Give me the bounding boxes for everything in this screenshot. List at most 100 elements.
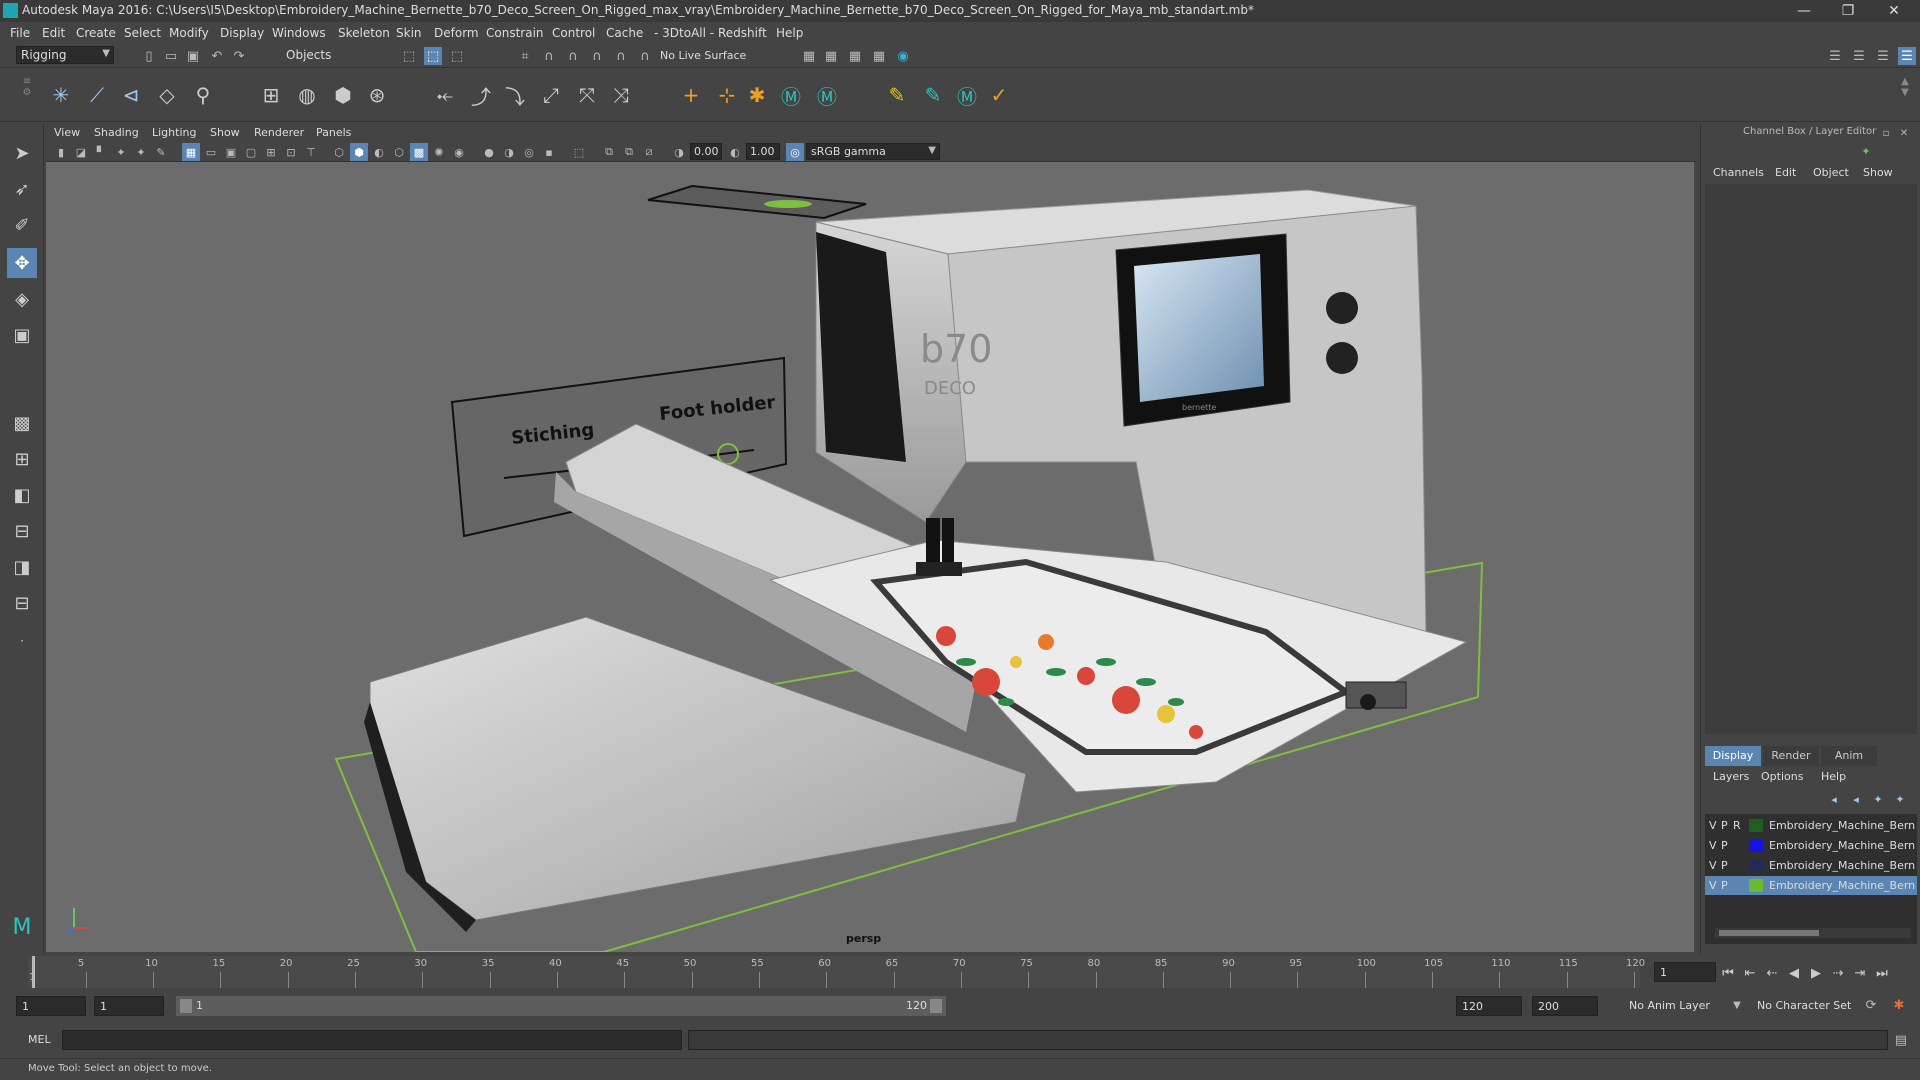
snap-grid-icon[interactable]: ⌗: [516, 47, 534, 65]
menu-redshift[interactable]: Redshift: [718, 26, 767, 40]
shadows-icon[interactable]: ◉: [450, 143, 468, 161]
current-time-indicator[interactable]: [32, 956, 35, 988]
hypershade-icon[interactable]: ◉: [894, 47, 912, 65]
tool-settings-toggle-icon[interactable]: ☰: [1850, 47, 1868, 65]
layer-playback-toggle[interactable]: P: [1721, 839, 1728, 852]
viewport-menu-show[interactable]: Show: [210, 126, 240, 139]
persp-graph-layout-icon[interactable]: ⊟: [7, 516, 37, 546]
close-panel-icon[interactable]: ✕: [1895, 124, 1913, 142]
channel-box-menu-show[interactable]: Show: [1863, 166, 1893, 179]
tab-render[interactable]: Render: [1763, 746, 1819, 766]
menu-display[interactable]: Display: [220, 26, 264, 40]
insert-joint-icon[interactable]: ◇: [152, 80, 182, 110]
render-view-icon[interactable]: ▦: [870, 47, 888, 65]
select-tool-icon[interactable]: ➤: [7, 138, 37, 168]
bookmark-icon[interactable]: ▘: [92, 143, 110, 161]
scale-tool-icon[interactable]: ▣: [7, 320, 37, 350]
orient-constraint-icon[interactable]: ⤵: [500, 80, 530, 110]
animation-preferences-icon[interactable]: ✱: [1890, 996, 1908, 1014]
range-start-handle[interactable]: [180, 999, 192, 1013]
gate-mask-icon[interactable]: ▢: [242, 143, 260, 161]
persp-uv-layout-icon[interactable]: ⊟: [7, 588, 37, 618]
xray-joints-icon[interactable]: ⧉: [620, 143, 638, 161]
viewport-menu-renderer[interactable]: Renderer: [254, 126, 304, 139]
play-backwards-icon[interactable]: ◀: [1784, 964, 1804, 984]
outliner-toggle-icon[interactable]: ☰: [1874, 47, 1892, 65]
command-input[interactable]: [62, 1030, 682, 1050]
channel-box-menu-object[interactable]: Object: [1813, 166, 1849, 179]
viewport-menu-view[interactable]: View: [54, 126, 80, 139]
channel-box-toggle-icon[interactable]: ☰: [1898, 47, 1916, 65]
animation-end-field[interactable]: 200: [1532, 996, 1598, 1016]
playback-start-field[interactable]: 1: [94, 996, 164, 1016]
anti-aliasing-icon[interactable]: ◎: [520, 143, 538, 161]
point-constraint-icon[interactable]: ⤝: [430, 80, 460, 110]
motion-blur-icon[interactable]: ◑: [500, 143, 518, 161]
redshift-icon-a[interactable]: Ⓜ: [776, 80, 806, 110]
grid-toggle-icon[interactable]: ▦: [182, 143, 200, 161]
playback-end-field[interactable]: 120: [1456, 996, 1522, 1016]
xray-components-icon[interactable]: ⧄: [640, 143, 658, 161]
close-button[interactable]: ✕: [1872, 0, 1916, 22]
persp-hypershade-layout-icon[interactable]: ◨: [7, 552, 37, 582]
textured-icon[interactable]: ▩: [410, 143, 428, 161]
lattice-icon[interactable]: ⬢: [328, 80, 358, 110]
script-editor-icon[interactable]: ▤: [1892, 1031, 1910, 1049]
shelf-scroll-icon[interactable]: ▲ ▼: [1898, 76, 1912, 116]
menu-select[interactable]: Select: [124, 26, 161, 40]
ik-spline-icon[interactable]: ⊲: [116, 80, 146, 110]
blend-shape-icon[interactable]: ✎: [918, 80, 948, 110]
layer-row[interactable]: V P Embroidery_Machine_Bernette: [1705, 876, 1917, 895]
snap-point-icon[interactable]: ∩: [564, 47, 582, 65]
select-by-hierarchy-icon[interactable]: ⬚: [400, 47, 418, 65]
channel-box-menu-channels[interactable]: Channels: [1713, 166, 1764, 179]
camera-icon[interactable]: ▮: [52, 143, 70, 161]
tab-display[interactable]: Display: [1705, 746, 1761, 766]
menu-modify[interactable]: Modify: [169, 26, 209, 40]
menu-control[interactable]: Control: [552, 26, 595, 40]
isolate-select-icon[interactable]: ⬚: [570, 143, 588, 161]
layer-menu-layers[interactable]: Layers: [1713, 770, 1749, 783]
layer-color-swatch[interactable]: [1749, 839, 1763, 852]
menu-help[interactable]: Help: [776, 26, 803, 40]
aim-constraint-icon[interactable]: ⤴: [466, 80, 496, 110]
render-settings-icon[interactable]: ▦: [800, 47, 818, 65]
resolution-gate-icon[interactable]: ▣: [222, 143, 240, 161]
viewport-menu-shading[interactable]: Shading: [94, 126, 139, 139]
layer-visibility-toggle[interactable]: V: [1709, 879, 1717, 892]
time-ruler[interactable]: 1510152025303540455055606570758085909510…: [28, 956, 1645, 988]
depth-of-field-icon[interactable]: ▪: [540, 143, 558, 161]
layer-menu-help[interactable]: Help: [1821, 770, 1846, 783]
range-end-handle[interactable]: [930, 999, 942, 1013]
mirror-joint-icon[interactable]: ✱: [742, 80, 772, 110]
exposure-field[interactable]: 0.00: [690, 143, 722, 160]
paint-select-tool-icon[interactable]: ✐: [7, 210, 37, 240]
go-to-end-icon[interactable]: ⏭: [1872, 964, 1892, 984]
menu-constrain[interactable]: Constrain: [486, 26, 544, 40]
step-back-frame-icon[interactable]: ⇤: [1740, 964, 1760, 984]
menu-windows[interactable]: Windows: [272, 26, 326, 40]
viewport-menu-panels[interactable]: Panels: [316, 126, 351, 139]
select-by-object-icon[interactable]: ⬚: [424, 47, 442, 65]
layer-color-swatch[interactable]: [1749, 879, 1763, 892]
layer-menu-options[interactable]: Options: [1761, 770, 1803, 783]
menu-skeleton[interactable]: Skeleton: [338, 26, 390, 40]
menu-deform[interactable]: Deform: [434, 26, 479, 40]
camera-attributes-icon[interactable]: ◪: [72, 143, 90, 161]
redo-icon[interactable]: ↷: [230, 47, 248, 65]
layer-row[interactable]: V P R Embroidery_Machine_Bernette: [1705, 816, 1917, 835]
layer-playback-toggle[interactable]: P: [1721, 859, 1728, 872]
bind-skin-icon[interactable]: ⊞: [256, 80, 286, 110]
shelf-menu-icon[interactable]: ≡ ⚙: [20, 76, 34, 116]
use-all-lights-icon[interactable]: ✺: [430, 143, 448, 161]
image-plane-icon[interactable]: ✦: [112, 143, 130, 161]
four-view-layout-icon[interactable]: ⊞: [7, 444, 37, 474]
safe-action-icon[interactable]: ⊡: [282, 143, 300, 161]
layer-row[interactable]: V P Embroidery_Machine_Bernette: [1705, 856, 1917, 875]
menu-skin[interactable]: Skin: [396, 26, 422, 40]
ipr-render-icon[interactable]: ▦: [846, 47, 864, 65]
channel-list-area[interactable]: [1705, 184, 1917, 734]
menu-create[interactable]: Create: [76, 26, 116, 40]
new-layer-selected-icon[interactable]: ✦: [1891, 790, 1909, 808]
render-frame-icon[interactable]: ▦: [822, 47, 840, 65]
